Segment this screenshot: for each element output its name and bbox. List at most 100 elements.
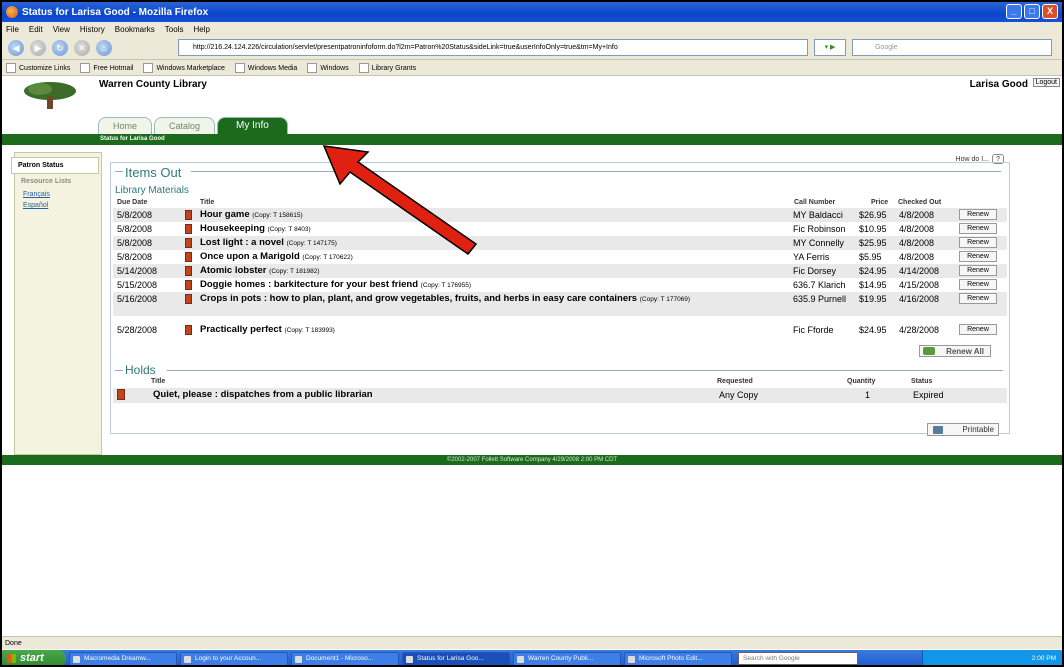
due-date: 5/8/2008 bbox=[117, 238, 153, 248]
bookmark-item[interactable]: Windows Media bbox=[235, 63, 297, 73]
renew-button[interactable]: Renew bbox=[959, 279, 997, 290]
bookmark-item[interactable]: Library Grants bbox=[359, 63, 416, 73]
stop-icon[interactable]: ✕ bbox=[74, 39, 90, 56]
due-date: 5/8/2008 bbox=[117, 224, 153, 234]
item-title[interactable]: Housekeeping (Copy: T 8403) bbox=[200, 223, 790, 234]
col-call-number: Call Number bbox=[794, 199, 836, 206]
price: $24.95 bbox=[859, 325, 887, 335]
main-tabs: Home Catalog My Info bbox=[98, 117, 290, 134]
book-icon bbox=[117, 389, 125, 400]
bookmark-item[interactable]: Windows Marketplace bbox=[143, 63, 224, 73]
call-number: Fic Fforde bbox=[793, 325, 834, 335]
menu-help[interactable]: Help bbox=[193, 25, 209, 34]
tab-catalog[interactable]: Catalog bbox=[154, 117, 216, 134]
table-row: 5/8/2008 Once upon a Marigold (Copy: T 1… bbox=[113, 250, 1007, 264]
go-button[interactable]: ▾ ▶ bbox=[814, 39, 846, 56]
hold-requested: Any Copy bbox=[719, 390, 759, 400]
sidebar-item-resource-lists[interactable]: Resource Lists bbox=[15, 174, 101, 189]
renew-button[interactable]: Renew bbox=[959, 223, 997, 234]
menu-view[interactable]: View bbox=[53, 25, 70, 34]
book-icon bbox=[185, 266, 192, 276]
menu-file[interactable]: File bbox=[6, 25, 19, 34]
page-footer: ©2002-2007 Follett Software Company 4/29… bbox=[2, 455, 1062, 465]
tab-my-info[interactable]: My Info bbox=[217, 117, 288, 134]
bookmark-item[interactable]: Windows bbox=[307, 63, 348, 73]
price: $26.95 bbox=[859, 210, 887, 220]
renew-button[interactable]: Renew bbox=[959, 324, 997, 335]
printable-button[interactable]: Printable bbox=[927, 423, 999, 436]
window-titlebar: Status for Larisa Good - Mozilla Firefox… bbox=[2, 2, 1062, 22]
minimize-button[interactable]: _ bbox=[1006, 4, 1022, 19]
library-materials-heading: Library Materials bbox=[115, 185, 189, 196]
table-row: 5/14/2008 Atomic lobster (Copy: T 181982… bbox=[113, 264, 1007, 278]
reload-icon[interactable]: ↻ bbox=[52, 39, 68, 56]
renew-button[interactable]: Renew bbox=[959, 209, 997, 220]
page-header: Warren County Library Larisa Good Logout… bbox=[2, 77, 1062, 145]
home-icon[interactable]: ⌂ bbox=[96, 39, 112, 56]
menu-tools[interactable]: Tools bbox=[165, 25, 184, 34]
call-number: YA Ferris bbox=[793, 252, 830, 262]
due-date: 5/15/2008 bbox=[117, 280, 158, 290]
call-number: MY Baldacci bbox=[793, 210, 843, 220]
taskbar-item[interactable]: Warren County Publi... bbox=[513, 651, 621, 665]
forward-arrow-icon[interactable]: ▶ bbox=[30, 39, 46, 56]
sidebar-item-patron-status[interactable]: Patron Status bbox=[11, 157, 99, 174]
taskbar-item[interactable]: Document1 - Microso... bbox=[291, 651, 399, 665]
renew-button[interactable]: Renew bbox=[959, 293, 997, 304]
col-due-date: Due Date bbox=[117, 199, 148, 206]
book-icon bbox=[185, 280, 192, 290]
navigation-toolbar: ◀ ▶ ↻ ✕ ⌂ http://216.24.124.226/circulat… bbox=[2, 36, 1062, 60]
bookmark-item[interactable]: Free Hotmail bbox=[80, 63, 133, 73]
user-name: Larisa Good bbox=[969, 79, 1028, 90]
menu-edit[interactable]: Edit bbox=[29, 25, 43, 34]
language-spanish-link[interactable]: Español bbox=[15, 200, 101, 211]
checked-out-date: 4/8/2008 bbox=[899, 252, 935, 262]
hold-title[interactable]: Quiet, please : dispatches from a public… bbox=[153, 389, 373, 400]
checked-out-date: 4/28/2008 bbox=[899, 325, 940, 335]
divider bbox=[115, 370, 123, 371]
logout-button[interactable]: Logout bbox=[1032, 78, 1060, 87]
item-title[interactable]: Hour game (Copy: T 158615) bbox=[200, 209, 790, 220]
start-button[interactable]: start bbox=[2, 650, 66, 665]
item-title[interactable]: Atomic lobster (Copy: T 181982) bbox=[200, 265, 790, 276]
menu-bookmarks[interactable]: Bookmarks bbox=[115, 25, 155, 34]
status-bar: Done bbox=[2, 636, 1062, 649]
call-number: 636.7 Klarich bbox=[793, 280, 846, 290]
book-icon bbox=[185, 224, 192, 234]
menu-history[interactable]: History bbox=[80, 25, 105, 34]
checked-out-date: 4/14/2008 bbox=[899, 266, 940, 276]
windows-taskbar: start Macromedia Dreamw... Login to your… bbox=[2, 650, 1062, 665]
taskbar-item[interactable]: Login to your Accoun... bbox=[180, 651, 288, 665]
call-number: MY Connelly bbox=[793, 238, 844, 248]
back-arrow-icon[interactable]: ◀ bbox=[8, 39, 24, 56]
price: $14.95 bbox=[859, 280, 887, 290]
item-title[interactable]: Doggie homes : barkitecture for your bes… bbox=[200, 279, 790, 290]
bookmark-item[interactable]: Customize Links bbox=[6, 63, 70, 73]
address-bar[interactable]: http://216.24.124.226/circulation/servle… bbox=[178, 39, 808, 56]
item-title[interactable]: Crops in pots : how to plan, plant, and … bbox=[200, 293, 790, 304]
library-logo-tree-icon bbox=[24, 82, 76, 109]
renew-button[interactable]: Renew bbox=[959, 251, 997, 262]
tab-home[interactable]: Home bbox=[98, 117, 153, 134]
table-row: 5/28/2008 Practically perfect (Copy: T 1… bbox=[113, 323, 1007, 337]
language-french-link[interactable]: Français bbox=[15, 189, 101, 200]
item-title[interactable]: Once upon a Marigold (Copy: T 170622) bbox=[200, 251, 790, 262]
taskbar-item-active[interactable]: Status for Larisa Goo... bbox=[402, 651, 510, 665]
taskbar-item[interactable]: Microsoft Photo Edit... bbox=[624, 651, 732, 665]
item-title[interactable]: Practically perfect (Copy: T 183993) bbox=[200, 324, 790, 335]
search-input[interactable]: Google bbox=[852, 39, 1052, 56]
call-number: Fic Robinson bbox=[793, 224, 846, 234]
col-hold-title: Title bbox=[151, 378, 166, 385]
maximize-button[interactable]: □ bbox=[1024, 4, 1040, 19]
item-title[interactable]: Lost light : a novel (Copy: T 147175) bbox=[200, 237, 790, 248]
close-button[interactable]: X bbox=[1042, 4, 1058, 19]
renew-button[interactable]: Renew bbox=[959, 237, 997, 248]
renew-button[interactable]: Renew bbox=[959, 265, 997, 276]
taskbar-item[interactable]: Macromedia Dreamw... bbox=[69, 651, 177, 665]
book-icon bbox=[185, 325, 192, 335]
renew-all-button[interactable]: Renew All bbox=[919, 345, 991, 357]
items-out-heading: Items Out bbox=[125, 165, 182, 180]
price: $19.95 bbox=[859, 294, 887, 304]
taskbar-search-input[interactable]: Search with Google bbox=[738, 652, 858, 665]
book-icon bbox=[185, 238, 192, 248]
